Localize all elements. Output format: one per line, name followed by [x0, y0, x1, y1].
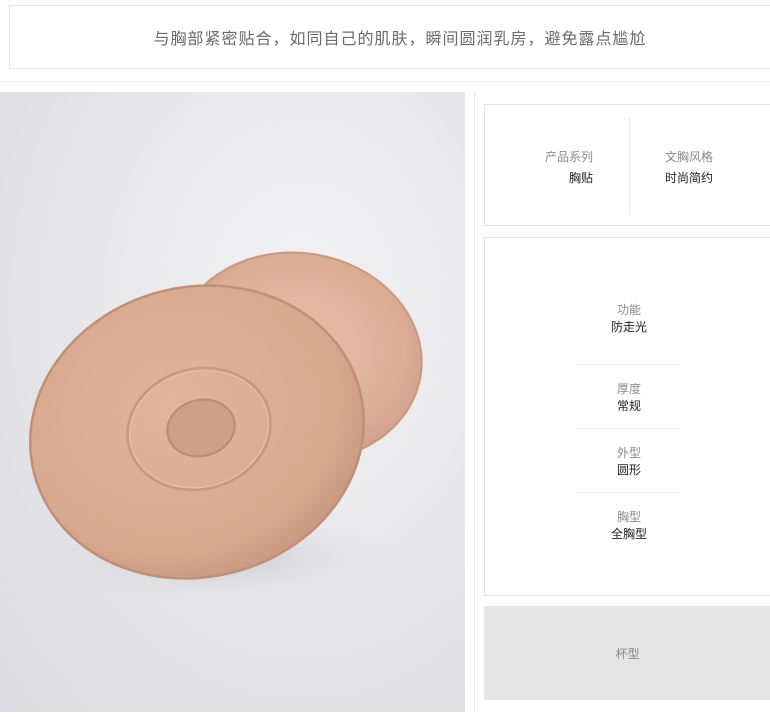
spec-label: 外型	[616, 446, 641, 460]
spec-value: 时尚简约	[665, 171, 714, 185]
spec-shape: 外型 圆形	[578, 428, 680, 492]
spec-card-details: 功能 防走光 厚度 常规 外型 圆形 胸型 全胸型	[484, 237, 770, 596]
nipple-pad-illustration	[29, 251, 423, 602]
spec-value: 常规	[616, 399, 641, 413]
spec-label: 产品系列	[544, 150, 593, 164]
headline-text: 与胸部紧密贴合，如同自己的肌肤，瞬间圆润乳房，避免露点尴尬	[153, 29, 647, 48]
spec-product-series: 产品系列 胸贴	[543, 147, 593, 189]
product-photo	[0, 92, 465, 712]
spec-value: 胸贴	[568, 171, 593, 185]
spec-column-border	[474, 92, 475, 712]
spec-label: 文胸风格	[665, 150, 714, 164]
spec-bra-style: 文胸风格 时尚简约	[665, 147, 745, 189]
vertical-divider	[629, 117, 630, 215]
spec-function: 功能 防走光	[578, 300, 680, 364]
headline-banner: 与胸部紧密贴合，如同自己的肌肤，瞬间圆润乳房，避免露点尴尬	[9, 5, 770, 69]
product-detail-page: 与胸部紧密贴合，如同自己的肌肤，瞬间圆润乳房，避免露点尴尬 产品系列 胸贴 文胸…	[0, 0, 770, 717]
spec-label: 厚度	[616, 382, 641, 396]
spec-label: 功能	[616, 303, 641, 317]
spec-list: 功能 防走光 厚度 常规 外型 圆形 胸型 全胸型	[578, 300, 680, 556]
spec-label: 胸型	[616, 510, 641, 524]
spec-thickness: 厚度 常规	[578, 364, 680, 428]
spec-card-cup: 杯型	[484, 606, 770, 700]
spec-value: 圆形	[616, 463, 641, 477]
spec-cup-label: 杯型	[615, 646, 640, 661]
spec-value: 防走光	[610, 320, 647, 334]
divider	[0, 81, 770, 82]
spec-card-series-style: 产品系列 胸贴 文胸风格 时尚简约	[484, 104, 770, 226]
spec-breast-type: 胸型 全胸型	[578, 492, 680, 556]
spec-value: 全胸型	[610, 527, 647, 541]
